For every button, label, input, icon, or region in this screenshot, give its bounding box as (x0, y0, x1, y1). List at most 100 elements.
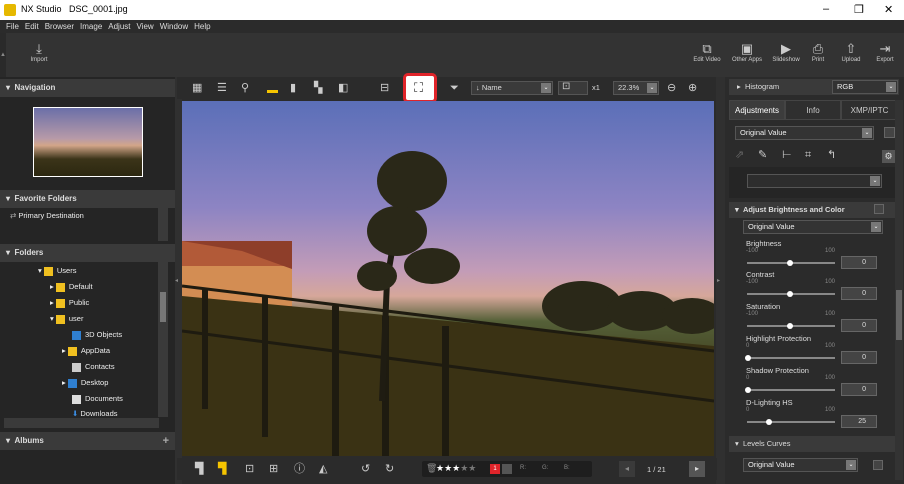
rotate-left-icon[interactable]: ↺ (361, 462, 370, 476)
zoom-x1-button[interactable]: x1 (592, 81, 608, 95)
other-apps-button[interactable]: ▣ Other Apps (727, 41, 767, 63)
histogram-icon[interactable]: ◭ (319, 462, 327, 476)
slideshow-button[interactable]: ▶ Slideshow (767, 41, 805, 63)
left-panel-splitter[interactable]: ◂ (175, 77, 182, 484)
highlight-protection-knob[interactable] (745, 355, 751, 361)
navigation-thumbnail[interactable] (33, 107, 143, 177)
label-icon[interactable]: ▜ (218, 462, 226, 476)
folder-documents[interactable]: Documents (72, 394, 123, 404)
map-view-icon[interactable]: ⚲ (241, 81, 249, 95)
contrast-knob[interactable] (787, 291, 793, 297)
folder-desktop[interactable]: ▸ Desktop (62, 378, 108, 388)
right-panel-scrollbar[interactable] (895, 100, 903, 480)
brightness-color-dropdown[interactable]: Original Value ⌄ (743, 220, 883, 234)
copy-adjustments-icon[interactable]: ⇗ (735, 148, 744, 162)
right-panel-splitter[interactable]: ▸ (716, 77, 725, 484)
folders-scrollbar[interactable] (158, 262, 168, 417)
folders-h-scrollbar[interactable] (4, 418, 159, 428)
saturation-knob[interactable] (787, 323, 793, 329)
folder-downloads[interactable]: ⬇ Downloads (72, 409, 118, 418)
add-album-icon[interactable]: + (163, 432, 169, 450)
d-lighting-value[interactable]: 25 (841, 415, 877, 428)
brightness-color-checkbox[interactable] (874, 204, 884, 214)
next-image-button[interactable]: ▸ (689, 461, 705, 477)
compare-2-icon[interactable]: ▚ (314, 81, 322, 95)
zoom-out-icon[interactable]: ⊖ (667, 81, 676, 95)
histogram-mode-dropdown[interactable]: RGB ⌄ (832, 80, 898, 94)
filter-icon[interactable]: ⏷ (450, 81, 459, 95)
tab-info[interactable]: Info (785, 100, 841, 120)
levels-curves-dropdown[interactable]: Original Value ⌄ (743, 458, 858, 472)
display-layout-icon[interactable]: ⊟ (380, 81, 389, 95)
histogram-header[interactable]: ▸ Histogram RGB ⌄ (729, 79, 899, 95)
tab-adjustments[interactable]: Adjustments (729, 100, 785, 120)
sort-dropdown[interactable]: ↓ Name ⌄ (471, 81, 553, 95)
saturation-value[interactable]: 0 (841, 319, 877, 332)
folders-header[interactable]: ▾ Folders (0, 244, 175, 262)
close-icon[interactable]: ✕ (884, 3, 893, 16)
retouch-brush-icon[interactable]: ✎ (758, 148, 767, 162)
info-overlay-icon[interactable]: ⊡ (245, 462, 254, 476)
folder-public[interactable]: ▸ Public (50, 298, 89, 308)
brightness-color-header[interactable]: ▾ Adjust Brightness and Color (729, 202, 899, 218)
menu-window[interactable]: Window (160, 22, 188, 31)
maximize-icon[interactable]: ❐ (854, 3, 864, 16)
folder-appdata[interactable]: ▸ AppData (62, 346, 110, 356)
info-icon[interactable]: ⓘ (294, 462, 305, 476)
menu-file[interactable]: File (6, 22, 19, 31)
favorite-folders-header[interactable]: ▾ Favorite Folders (0, 190, 175, 208)
levels-curves-checkbox[interactable] (873, 460, 883, 470)
menu-view[interactable]: View (137, 22, 154, 31)
menu-browser[interactable]: Browser (45, 22, 74, 31)
menu-help[interactable]: Help (194, 22, 210, 31)
perspective-icon[interactable]: ↰ (827, 148, 836, 162)
folder-user[interactable]: ▾ user (50, 314, 83, 324)
import-button[interactable]: ⤓ Import (22, 41, 56, 63)
levels-curves-header[interactable]: ▾ Levels Curves (729, 436, 899, 452)
favorites-scrollbar[interactable] (158, 207, 168, 241)
star-rating[interactable]: ★★★★★ (436, 463, 476, 474)
preset-checkbox[interactable] (884, 127, 895, 138)
main-image[interactable] (182, 101, 714, 456)
pick-icon[interactable]: ▜ (195, 462, 203, 476)
previous-image-button[interactable]: ◂ (619, 461, 635, 477)
albums-header[interactable]: ▾ Albums + (0, 432, 175, 450)
minimize-icon[interactable]: – (823, 3, 829, 15)
shadow-protection-value[interactable]: 0 (841, 383, 877, 396)
fit-to-screen-dropdown[interactable]: ⊡ (558, 81, 588, 95)
primary-destination-item[interactable]: ⇄ Primary Destination (10, 211, 84, 220)
rotate-right-icon[interactable]: ↻ (385, 462, 394, 476)
crop-icon[interactable]: ⌗ (805, 148, 811, 162)
gear-icon[interactable]: ⚙ (882, 150, 895, 163)
folder-contacts[interactable]: Contacts (72, 362, 115, 372)
shadow-protection-track[interactable] (747, 389, 835, 391)
toolbar-collapse-icon[interactable]: ▲ (0, 33, 6, 77)
upload-button[interactable]: ⇧ Upload (836, 41, 866, 63)
menu-adjust[interactable]: Adjust (108, 22, 130, 31)
tab-xmp-iptc[interactable]: XMP/IPTC (841, 100, 898, 120)
full-screen-button[interactable]: ⛶ (403, 73, 437, 103)
folder-users[interactable]: ▾ Users (38, 266, 76, 276)
zoom-in-icon[interactable]: ⊕ (688, 81, 697, 95)
edit-video-button[interactable]: ⧉ Edit Video (691, 41, 723, 63)
filmstrip-view-icon[interactable]: ▮ (290, 81, 296, 95)
grid-overlay-icon[interactable]: ⊞ (269, 462, 278, 476)
list-view-icon[interactable]: ☰ (217, 81, 227, 95)
d-lighting-track[interactable] (747, 421, 835, 423)
folder-default[interactable]: ▸ Default (50, 282, 93, 292)
folder-3d-objects[interactable]: 3D Objects (72, 330, 122, 340)
menu-image[interactable]: Image (80, 22, 102, 31)
color-label-badge[interactable]: 1 (490, 464, 500, 474)
contrast-value[interactable]: 0 (841, 287, 877, 300)
d-lighting-knob[interactable] (766, 419, 772, 425)
highlight-protection-track[interactable] (747, 357, 835, 359)
image-viewer-icon[interactable] (267, 85, 278, 93)
thumbnail-grid-icon[interactable]: ▦ (192, 81, 202, 95)
color-label-icon[interactable] (502, 464, 512, 474)
zoom-dropdown[interactable]: 22.3% ⌄ (613, 81, 659, 95)
highlight-protection-value[interactable]: 0 (841, 351, 877, 364)
export-button[interactable]: ⇥ Export (870, 41, 900, 63)
straighten-icon[interactable]: ⊢ (782, 148, 792, 162)
compare-split-icon[interactable]: ◧ (338, 81, 348, 95)
preset-dropdown[interactable]: Original Value ⌄ (735, 126, 874, 140)
